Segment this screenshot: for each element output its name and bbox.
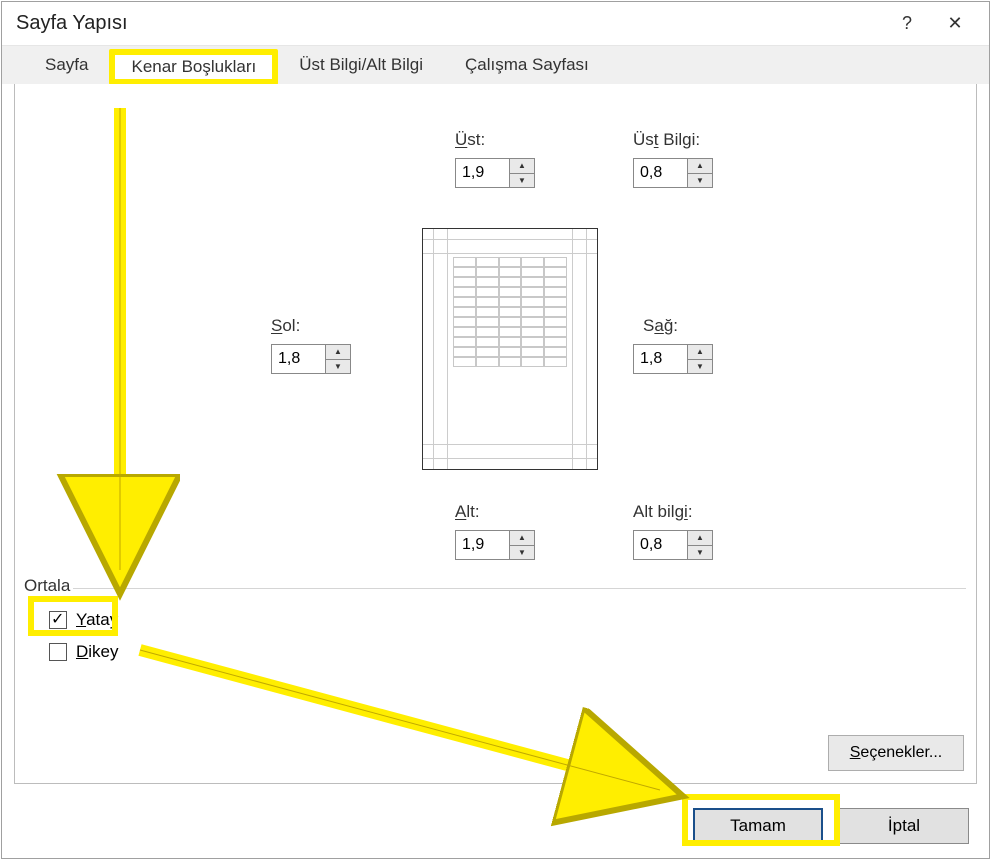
label-bottom: Alt: [455,502,480,522]
input-bottom[interactable] [455,530,509,560]
spinner-right[interactable]: ▲ ▼ [633,344,717,374]
spinner-top[interactable]: ▲ ▼ [455,158,539,188]
label-footer: Alt bilgi: [633,502,693,522]
input-footer[interactable] [633,530,687,560]
dialog-buttons: Tamam İptal [693,808,969,844]
spinner-bottom[interactable]: ▲ ▼ [455,530,539,560]
checkbox-horizontal-label: Yatay [76,610,118,630]
options-button[interactable]: Seçenekler... [828,735,964,771]
spin-up-icon[interactable]: ▲ [688,345,712,360]
input-header[interactable] [633,158,687,188]
page-setup-dialog: Sayfa Yapısı ? ✕ Sayfa Kenar Boşlukları … [1,1,990,859]
tab-header-footer[interactable]: Üst Bilgi/Alt Bilgi [278,46,444,84]
spin-up-icon[interactable]: ▲ [510,159,534,174]
dialog-title: Sayfa Yapısı [16,12,883,35]
input-top[interactable] [455,158,509,188]
spin-down-icon[interactable]: ▼ [510,174,534,188]
label-top: Üst: [455,130,485,150]
spinner-left[interactable]: ▲ ▼ [271,344,355,374]
spin-up-icon[interactable]: ▲ [510,531,534,546]
input-left[interactable] [271,344,325,374]
spin-down-icon[interactable]: ▼ [688,546,712,560]
spinner-footer[interactable]: ▲ ▼ [633,530,717,560]
center-divider [73,588,966,589]
checkbox-horizontal-row[interactable]: Yatay [45,608,118,632]
spin-up-icon[interactable]: ▲ [688,531,712,546]
margins-panel: Üst: ▲ ▼ Üst Bilgi: ▲ ▼ Sol: ▲ ▼ S [14,84,977,784]
help-button[interactable]: ? [883,5,931,43]
checkbox-horizontal[interactable] [49,611,67,629]
cancel-button[interactable]: İptal [839,808,969,844]
spin-down-icon[interactable]: ▼ [510,546,534,560]
page-preview [422,228,598,470]
label-left: Sol: [271,316,300,336]
label-center-group: Ortala [21,576,73,596]
checkbox-vertical[interactable] [49,643,67,661]
tabstrip: Sayfa Kenar Boşlukları Üst Bilgi/Alt Bil… [2,46,989,84]
tab-sheet[interactable]: Çalışma Sayfası [444,46,610,84]
close-button[interactable]: ✕ [931,5,979,43]
tab-page[interactable]: Sayfa [24,46,109,84]
spin-down-icon[interactable]: ▼ [688,174,712,188]
spin-down-icon[interactable]: ▼ [326,360,350,374]
label-right: Sağ: [643,316,678,336]
input-right[interactable] [633,344,687,374]
ok-button[interactable]: Tamam [693,808,823,844]
spin-down-icon[interactable]: ▼ [688,360,712,374]
spinner-header[interactable]: ▲ ▼ [633,158,717,188]
spin-up-icon[interactable]: ▲ [688,159,712,174]
titlebar: Sayfa Yapısı ? ✕ [2,2,989,46]
checkbox-vertical-row[interactable]: Dikey [45,640,119,664]
checkbox-vertical-label: Dikey [76,642,119,662]
label-header: Üst Bilgi: [633,130,700,150]
spin-up-icon[interactable]: ▲ [326,345,350,360]
tab-margins[interactable]: Kenar Boşlukları [109,49,278,85]
